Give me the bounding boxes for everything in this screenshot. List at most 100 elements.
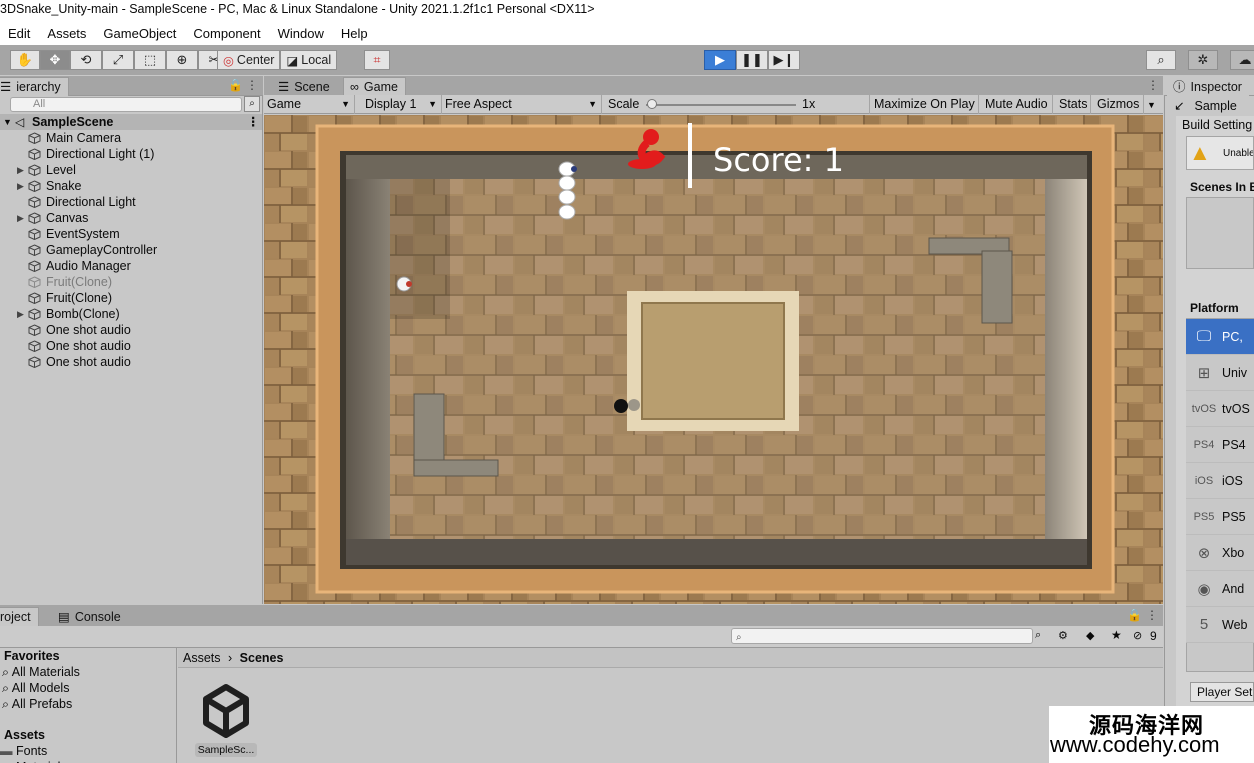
account-button[interactable]: ☁ — [1230, 50, 1254, 70]
asset-item[interactable]: SampleSc... — [195, 681, 257, 757]
favorite-item[interactable]: ⌕ All Materials — [2, 664, 80, 680]
platform-item[interactable]: 🖵 PC, — [1186, 319, 1254, 355]
expand-arrow-icon[interactable]: ▶ — [17, 306, 24, 322]
hierarchy-item-label: Fruit(Clone) — [46, 291, 112, 305]
expand-arrow-icon[interactable]: ▶ — [17, 210, 24, 226]
scene-root[interactable]: ▼ ◁ SampleScene ⋮ — [0, 114, 262, 130]
platform-item[interactable]: PS4 PS4 — [1186, 427, 1254, 463]
tab-game[interactable]: ∞ Game — [343, 77, 406, 96]
hierarchy-item-label: Directional Light — [46, 195, 136, 209]
hierarchy-item[interactable]: Directional Light (1) — [0, 146, 262, 162]
hierarchy-item[interactable]: ▶ Snake — [0, 178, 262, 194]
expand-arrow-icon[interactable]: ▶ — [17, 162, 24, 178]
view-select[interactable]: Game ▼ — [264, 95, 355, 114]
step-button[interactable]: ▶❙ — [768, 50, 800, 70]
filter-by-type-icon[interactable]: ⚙ — [1058, 629, 1068, 642]
asset-folder-item[interactable]: ▬ Materials — [0, 759, 67, 763]
gameobject-cube-icon — [28, 164, 41, 176]
hierarchy-search-input[interactable]: All — [10, 97, 242, 112]
hidden-packages-icon[interactable]: ⊘ — [1133, 629, 1142, 642]
favorite-item[interactable]: ⌕ All Prefabs — [2, 696, 72, 712]
platform-label: tvOS — [1222, 401, 1250, 416]
gizmos-dropdown[interactable]: ▼ — [1144, 95, 1163, 114]
expand-arrow-icon[interactable]: ▼ — [3, 114, 12, 130]
platform-item[interactable]: PS5 PS5 — [1186, 499, 1254, 535]
pivot-center-button[interactable]: ◎ Center — [217, 50, 281, 70]
favorite-star-icon[interactable]: ★ — [1111, 628, 1122, 642]
scale-tool-button[interactable]: ⤢ — [102, 50, 134, 70]
tab-inspector[interactable]: ⓘ Inspector — [1167, 77, 1249, 96]
hierarchy-item[interactable]: Audio Manager — [0, 258, 262, 274]
menu-window[interactable]: Window — [270, 23, 333, 45]
hierarchy-item[interactable]: GameplayController — [0, 242, 262, 258]
hierarchy-item[interactable]: One shot audio — [0, 322, 262, 338]
tab-console[interactable]: ▤ Console — [52, 607, 128, 626]
hand-tool-button[interactable]: ✋ — [10, 50, 40, 70]
gameobject-cube-icon — [28, 196, 41, 208]
kebab-menu-icon[interactable]: ⋮ — [246, 78, 258, 92]
gizmos-toggle[interactable]: Gizmos — [1094, 95, 1144, 114]
stats-toggle[interactable]: Stats — [1056, 95, 1091, 114]
hierarchy-item[interactable]: EventSystem — [0, 226, 262, 242]
platform-item[interactable]: ⊗ Xbo — [1186, 535, 1254, 571]
scale-slider-handle[interactable] — [647, 99, 657, 109]
lock-icon[interactable]: 🔒 — [1127, 608, 1142, 622]
view-kebab-icon[interactable]: ⋮ — [1147, 78, 1159, 92]
hierarchy-item[interactable]: Directional Light — [0, 194, 262, 210]
menu-component[interactable]: Component — [185, 23, 269, 45]
hierarchy-item[interactable]: Main Camera — [0, 130, 262, 146]
transform-tool-button[interactable]: ⊕ — [166, 50, 198, 70]
asset-folder-item[interactable]: ▬ Fonts — [0, 743, 47, 759]
rotate-tool-button[interactable]: ⟲ — [70, 50, 102, 70]
hierarchy-item[interactable]: One shot audio — [0, 354, 262, 370]
platform-item[interactable]: tvOS tvOS — [1186, 391, 1254, 427]
platform-item[interactable]: ◉ And — [1186, 571, 1254, 607]
move-tool-button[interactable]: ✥ — [40, 50, 70, 70]
platform-item[interactable]: ⊞ Univ — [1186, 355, 1254, 391]
game-canvas[interactable]: Score: 1 — [264, 115, 1163, 604]
hierarchy-item[interactable]: Fruit(Clone) — [0, 274, 262, 290]
mute-audio-toggle[interactable]: Mute Audio — [982, 95, 1053, 114]
hierarchy-item[interactable]: ▶ Level — [0, 162, 262, 178]
project-search-input[interactable]: ⌕ — [731, 628, 1033, 644]
play-button[interactable]: ▶ — [704, 50, 736, 70]
maximize-on-play-toggle[interactable]: Maximize On Play — [871, 95, 979, 114]
kebab-menu-icon[interactable]: ⋮ — [1146, 608, 1158, 622]
hierarchy-item[interactable]: ▶ Bomb(Clone) — [0, 306, 262, 322]
menu-edit[interactable]: Edit — [0, 23, 39, 45]
pivot-local-button[interactable]: ◪ Local — [280, 50, 338, 70]
pause-button[interactable]: ❚❚ — [736, 50, 768, 70]
player-settings-button[interactable]: Player Set — [1190, 682, 1254, 702]
scenes-in-build-list[interactable] — [1186, 197, 1254, 269]
breadcrumb-current[interactable]: Scenes — [240, 651, 284, 665]
menu-gameobject[interactable]: GameObject — [95, 23, 185, 45]
expand-arrow-icon[interactable]: ▶ — [17, 178, 24, 194]
search-options-button[interactable]: ⌕ — [244, 96, 260, 112]
display-select[interactable]: Display 1 ▼ — [362, 95, 442, 114]
filter-by-label-icon[interactable]: ◆ — [1086, 629, 1094, 642]
aspect-select[interactable]: Free Aspect ▼ — [442, 95, 602, 114]
rect-tool-button[interactable]: ⬚ — [134, 50, 166, 70]
gameobject-cube-icon — [28, 324, 41, 336]
tab-project[interactable]: roject — [0, 607, 39, 626]
grid-snap-button[interactable]: ⌗ — [364, 50, 390, 70]
hierarchy-item[interactable]: One shot audio — [0, 338, 262, 354]
search-filter-icon[interactable]: ⌕ — [1035, 629, 1041, 642]
tab-hierarchy[interactable]: ☰ ierarchy — [0, 77, 69, 96]
menu-help[interactable]: Help — [333, 23, 377, 45]
favorite-item[interactable]: ⌕ All Models — [2, 680, 69, 696]
chevron-right-icon: › — [228, 651, 233, 665]
scene-kebab-icon[interactable]: ⋮ — [247, 114, 260, 130]
hierarchy-item[interactable]: ▶ Canvas — [0, 210, 262, 226]
platform-item[interactable]: 5 Web — [1186, 607, 1254, 643]
hierarchy-item[interactable]: Fruit(Clone) — [0, 290, 262, 306]
search-button[interactable]: ⌕ — [1146, 50, 1176, 70]
scale-slider-track[interactable] — [646, 104, 796, 106]
tab-scene[interactable]: ☰ Scene — [272, 77, 337, 96]
lock-icon[interactable]: 🔒 — [228, 78, 243, 92]
favorite-item-label: All Materials — [11, 665, 80, 679]
platform-item[interactable]: iOS iOS — [1186, 463, 1254, 499]
menu-assets[interactable]: Assets — [39, 23, 95, 45]
cloud-button[interactable]: ✲ — [1188, 50, 1218, 70]
breadcrumb-root[interactable]: Assets — [183, 651, 221, 665]
